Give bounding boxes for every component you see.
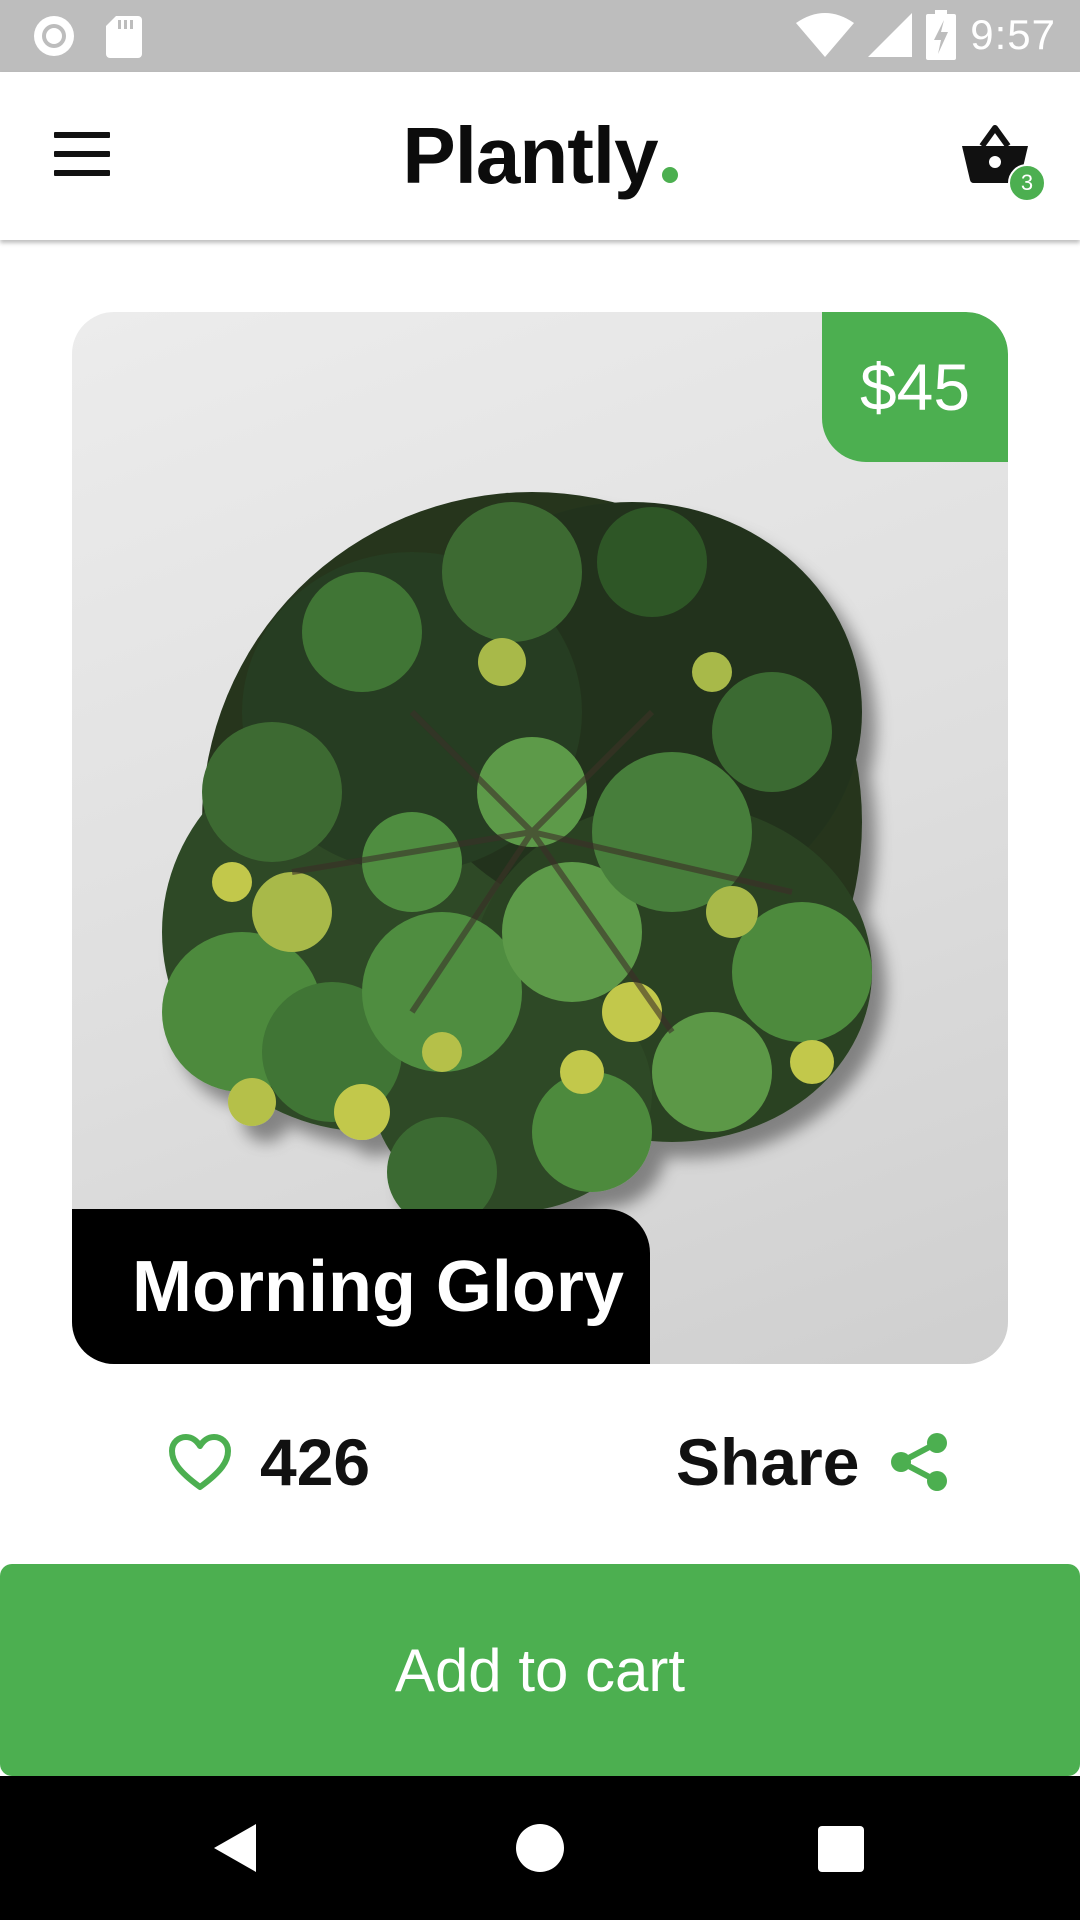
brand-name: Plantly bbox=[402, 111, 658, 200]
share-button[interactable]: Share bbox=[676, 1424, 949, 1500]
status-time: 9:57 bbox=[970, 11, 1056, 58]
add-to-cart-button[interactable]: Add to cart bbox=[0, 1564, 1080, 1776]
product-name: Morning Glory bbox=[72, 1209, 650, 1364]
brand-dot bbox=[661, 167, 678, 183]
app-bar: Plantly 3 bbox=[0, 72, 1080, 240]
sd-card-icon bbox=[106, 16, 142, 58]
record-icon bbox=[34, 16, 74, 56]
back-icon[interactable] bbox=[212, 1822, 258, 1874]
battery-charging-icon bbox=[926, 10, 957, 60]
product-actions: 426 Share bbox=[0, 1410, 1080, 1520]
price-tag: $45 bbox=[822, 312, 1008, 462]
signal-icon bbox=[868, 13, 913, 57]
product-card[interactable]: $45 Morning Glory bbox=[72, 312, 1008, 1364]
like-count: 426 bbox=[260, 1425, 371, 1499]
home-icon[interactable] bbox=[516, 1824, 564, 1872]
plant-image bbox=[162, 492, 872, 1227]
cart-count-badge: 3 bbox=[1008, 164, 1046, 202]
brand-logo: Plantly bbox=[0, 110, 1080, 202]
cart-button[interactable]: 3 bbox=[960, 124, 1046, 204]
wifi-icon bbox=[796, 13, 855, 57]
status-bar: 9:57 bbox=[0, 0, 1080, 72]
status-right: 9:57 bbox=[796, 10, 1056, 60]
like-button[interactable]: 426 bbox=[168, 1424, 370, 1500]
status-left bbox=[32, 14, 142, 58]
share-icon bbox=[891, 1433, 948, 1491]
navigation-bar bbox=[0, 1776, 1080, 1920]
heart-icon bbox=[169, 1434, 231, 1490]
recents-icon[interactable] bbox=[818, 1826, 864, 1872]
share-label: Share bbox=[676, 1425, 860, 1499]
